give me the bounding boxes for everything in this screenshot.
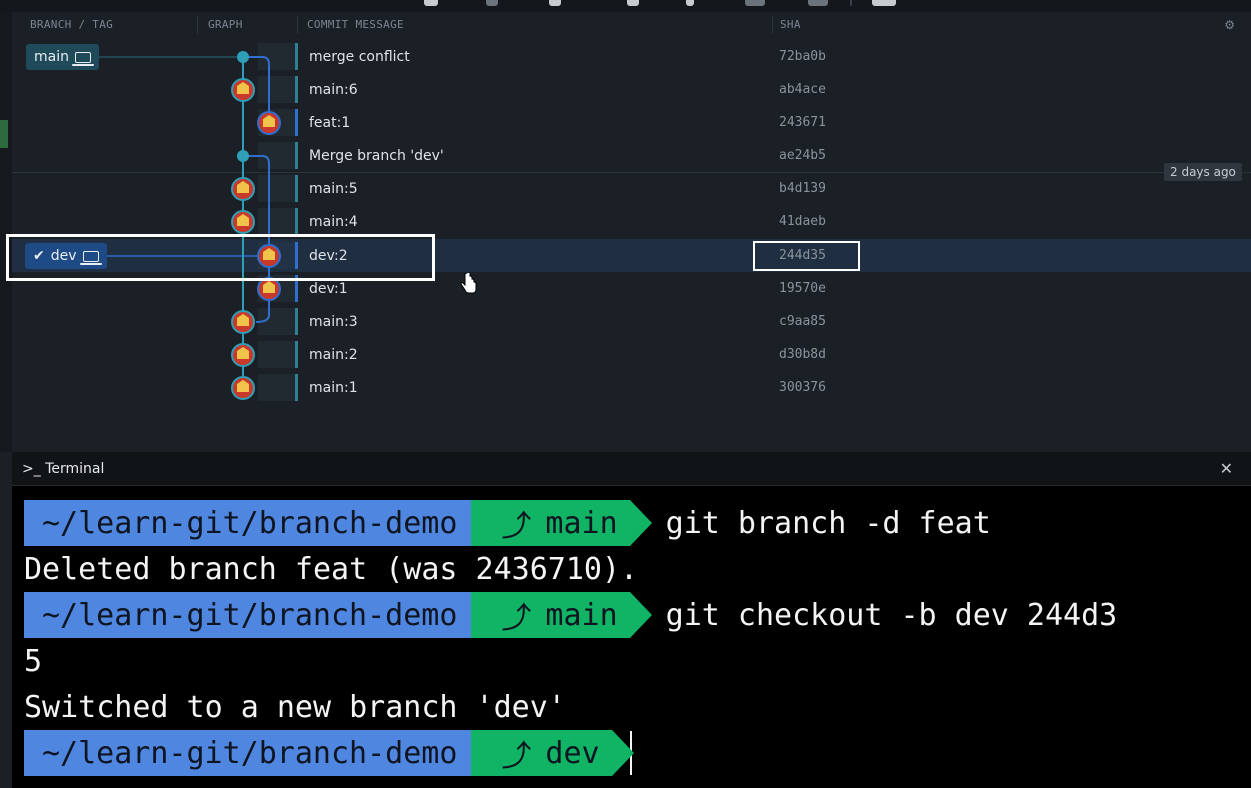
terminal-prompt-icon: >_ — [22, 461, 46, 477]
commit-message: merge conflict — [309, 49, 410, 65]
avatar[interactable] — [231, 310, 255, 334]
column-header-sha[interactable]: SHA — [780, 18, 801, 31]
terminal-command: git branch -d feat — [665, 505, 991, 541]
git-branch-icon: ⤴ — [501, 509, 532, 544]
commit-graph — [90, 51, 281, 400]
git-client-window: BRANCH / TAG GRAPH COMMIT MESSAGE SHA ⚙ … — [0, 0, 1251, 788]
merge-node[interactable] — [237, 51, 249, 63]
terminal-prompt-line: ~/learn-git/branch-demo ⤴ main git checko… — [24, 592, 1117, 638]
column-header-message[interactable]: COMMIT MESSAGE — [307, 18, 404, 31]
relative-time-badge: 2 days ago — [1164, 163, 1242, 181]
avatar[interactable] — [257, 277, 281, 301]
gutter-highlight — [0, 120, 8, 148]
toolbar-icon[interactable] — [627, 0, 639, 6]
toolbar-divider — [850, 0, 852, 6]
toolbar-icon[interactable] — [808, 0, 828, 6]
prompt-branch-segment: ⤴ main — [471, 592, 652, 638]
gear-icon[interactable]: ⚙ — [1224, 18, 1235, 32]
prompt-branch-segment: ⤴ main — [471, 500, 652, 546]
terminal-output-line: Switched to a new branch 'dev' — [24, 689, 566, 725]
left-gutter — [0, 12, 12, 452]
merge-node[interactable] — [237, 150, 249, 162]
commit-message: feat:1 — [309, 115, 351, 131]
toolbar-icon[interactable] — [745, 0, 765, 6]
commit-message: main:4 — [309, 214, 358, 230]
git-branch-icon: ⤴ — [501, 601, 532, 636]
avatar[interactable] — [231, 78, 255, 102]
highlight-box-branch — [6, 234, 435, 281]
commit-sha: d30b8d — [779, 347, 826, 362]
column-divider — [772, 16, 773, 34]
terminal-panel[interactable]: >_ Terminal ✕ ~/learn-git/branch-demo ⤴ m… — [12, 452, 1251, 788]
commit-sha: 41daeb — [779, 214, 826, 229]
commit-message: main:6 — [309, 82, 358, 98]
avatar[interactable] — [231, 210, 255, 234]
commit-sha: b4d139 — [779, 181, 826, 196]
commit-message: dev:1 — [309, 281, 348, 297]
avatar[interactable] — [257, 111, 281, 135]
branch-name: main — [34, 49, 69, 65]
commit-sha: 243671 — [779, 115, 826, 130]
close-icon[interactable]: ✕ — [1220, 459, 1233, 478]
commit-message: main:3 — [309, 314, 358, 330]
prompt-path-segment: ~/learn-git/branch-demo — [24, 500, 494, 546]
avatar[interactable] — [231, 343, 255, 367]
commit-sha: 72ba0b — [779, 49, 826, 64]
terminal-prompt-line[interactable]: ~/learn-git/branch-demo ⤴ dev — [24, 730, 634, 776]
terminal-command: git checkout -b dev 244d3 — [665, 597, 1118, 633]
terminal-title: >_ Terminal — [22, 461, 105, 477]
toolbar-icon[interactable] — [424, 0, 438, 6]
toolbar-icon[interactable] — [686, 0, 694, 6]
highlight-box-sha — [753, 241, 860, 271]
git-branch-icon: ⤴ — [501, 739, 532, 774]
toolbar-icon[interactable] — [486, 0, 498, 6]
branch-tag-main[interactable]: main — [26, 44, 99, 70]
toolbar-icon[interactable] — [872, 0, 896, 6]
commit-sha: 300376 — [779, 380, 826, 395]
terminal-header: >_ Terminal ✕ — [12, 452, 1251, 486]
avatar[interactable] — [231, 376, 255, 400]
hand-cursor-icon — [460, 273, 477, 294]
prompt-path-segment: ~/learn-git/branch-demo — [24, 592, 494, 638]
commit-message: main:1 — [309, 380, 358, 396]
terminal-output-line: 5 — [24, 643, 43, 679]
top-toolbar — [0, 0, 1251, 12]
terminal-prompt-line: ~/learn-git/branch-demo ⤴ main git branch… — [24, 500, 991, 546]
commit-sha: ae24b5 — [779, 148, 826, 163]
commit-message: main:2 — [309, 347, 358, 363]
prompt-branch-segment: ⤴ dev — [471, 730, 634, 776]
terminal-output-line: Deleted branch feat (was 2436710). — [24, 551, 639, 587]
commit-message: Merge branch 'dev' — [309, 148, 444, 164]
commit-sha: c9aa85 — [779, 314, 826, 329]
toolbar-icon[interactable] — [549, 0, 561, 6]
avatar[interactable] — [231, 177, 255, 201]
commit-sha: ab4ace — [779, 82, 826, 97]
commit-sha: 19570e — [779, 281, 826, 296]
prompt-path-segment: ~/learn-git/branch-demo — [24, 730, 494, 776]
commit-graph-pane: BRANCH / TAG GRAPH COMMIT MESSAGE SHA ⚙ … — [6, 12, 1251, 452]
commit-message: main:5 — [309, 181, 358, 197]
laptop-icon — [71, 51, 94, 66]
